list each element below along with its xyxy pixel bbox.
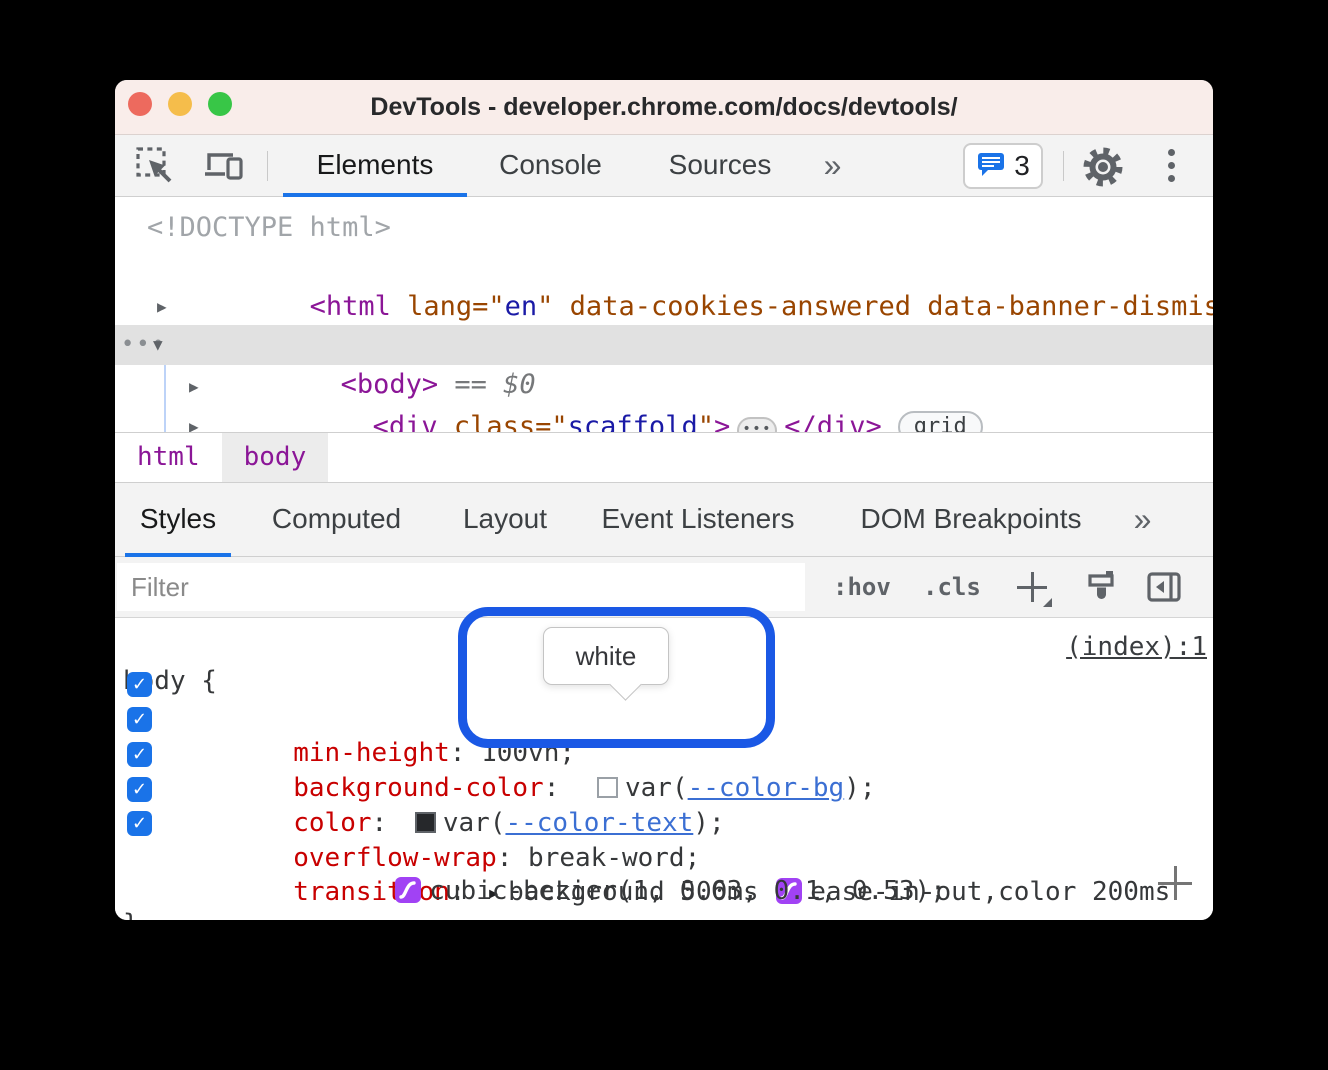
css-property-row-overflow-wrap[interactable]: ✓ overflow-wrap: break-word; — [115, 773, 1213, 807]
issues-messages-button[interactable]: 3 — [963, 143, 1043, 189]
dom-row-head[interactable]: ▶ <head>•••</head> — [115, 287, 1213, 327]
dom-row-announcement-banner[interactable]: ▶ <announcement-banner class="cookie-ban… — [115, 407, 1213, 432]
title-bar[interactable]: DevTools - developer.chrome.com/docs/dev… — [115, 80, 1213, 135]
dom-tree-panel: <!DOCTYPE html> <html lang="en" data-coo… — [115, 197, 1213, 432]
breadcrumb: html body — [115, 432, 1213, 482]
indent-guide-line — [164, 365, 166, 432]
hover-state-button[interactable]: :hov — [833, 557, 891, 618]
styles-filter-bar: :hov .cls — [115, 557, 1213, 618]
collapse-arrow-icon[interactable]: ▼ — [153, 325, 163, 365]
property-checkbox[interactable]: ✓ — [127, 707, 152, 732]
message-bubble-icon — [976, 149, 1006, 184]
css-property-row-color[interactable]: ✓ color: var(--color-text); — [115, 738, 1213, 772]
window-title: DevTools - developer.chrome.com/docs/dev… — [115, 80, 1213, 135]
stylesheet-source-link[interactable]: (index):1 — [1066, 630, 1207, 664]
breadcrumb-html[interactable]: html — [115, 433, 222, 482]
expand-arrow-icon[interactable]: ▶ — [157, 287, 167, 327]
property-checkbox[interactable]: ✓ — [127, 672, 152, 697]
sidebar-tab-bar: Styles Computed Layout Event Listeners D… — [115, 482, 1213, 557]
more-sidebar-tabs-icon[interactable]: » — [1120, 483, 1165, 557]
tab-elements[interactable]: Elements — [283, 135, 467, 197]
css-property-row-background-color[interactable]: ✓ background-color: var(--color-bg); — [115, 703, 1213, 737]
expand-arrow-icon[interactable]: ▶ — [189, 367, 199, 407]
toggle-sidebar-panel-icon[interactable] — [1145, 568, 1185, 613]
dom-row-body-selected[interactable]: ••• ▼ <body> == $0 — [115, 325, 1213, 365]
dom-row-html[interactable]: <html lang="en" data-cookies-answered da… — [115, 247, 1213, 287]
new-style-rule-icon[interactable] — [1017, 572, 1051, 606]
kebab-menu-icon[interactable] — [1168, 149, 1176, 188]
tab-event-listeners[interactable]: Event Listeners — [585, 483, 811, 557]
tab-computed[interactable]: Computed — [250, 483, 423, 557]
tab-console[interactable]: Console — [483, 135, 618, 197]
devtools-toolbar: Elements Console Sources » — [115, 135, 1213, 197]
dom-row-div-scaffold[interactable]: ▶ <div class="scaffold">•••</div>grid — [115, 367, 1213, 407]
tooltip-text: white — [576, 641, 637, 671]
toolbar-divider — [1063, 151, 1064, 181]
tab-sources[interactable]: Sources — [650, 135, 790, 197]
breadcrumb-body[interactable]: body — [222, 433, 329, 482]
tab-styles[interactable]: Styles — [125, 483, 231, 557]
more-tabs-icon[interactable]: » — [810, 135, 855, 197]
new-rule-plus-icon[interactable] — [1158, 866, 1192, 900]
tab-layout[interactable]: Layout — [445, 483, 565, 557]
toolbar-divider — [267, 151, 268, 181]
settings-gear-icon[interactable] — [1083, 147, 1123, 192]
css-value-tooltip: white — [543, 627, 669, 685]
expand-arrow-icon[interactable]: ▶ — [189, 407, 199, 432]
css-property-row-transition[interactable]: ✓ transition: ▶background 500ms ease-in-… — [115, 807, 1213, 841]
property-checkbox[interactable]: ✓ — [127, 811, 152, 836]
rule-close-row: } — [115, 873, 1213, 907]
element-classes-button[interactable]: .cls — [923, 557, 981, 618]
inspect-element-icon[interactable] — [135, 146, 175, 191]
rendering-paintbrush-icon[interactable] — [1083, 568, 1123, 613]
device-toolbar-icon[interactable] — [203, 146, 245, 191]
stage: DevTools - developer.chrome.com/docs/dev… — [0, 0, 1328, 1070]
property-checkbox[interactable]: ✓ — [127, 777, 152, 802]
css-property-row-transition-cont[interactable]: cubic-bezier(1, 0.63, 0.1, 0.53); — [115, 840, 1213, 874]
tab-dom-breakpoints[interactable]: DOM Breakpoints — [837, 483, 1105, 557]
filter-input[interactable] — [117, 563, 805, 611]
property-checkbox[interactable]: ✓ — [127, 742, 152, 767]
devtools-window: DevTools - developer.chrome.com/docs/dev… — [115, 80, 1213, 920]
messages-count: 3 — [1014, 150, 1030, 182]
dom-row-doctype[interactable]: <!DOCTYPE html> — [115, 208, 1213, 248]
